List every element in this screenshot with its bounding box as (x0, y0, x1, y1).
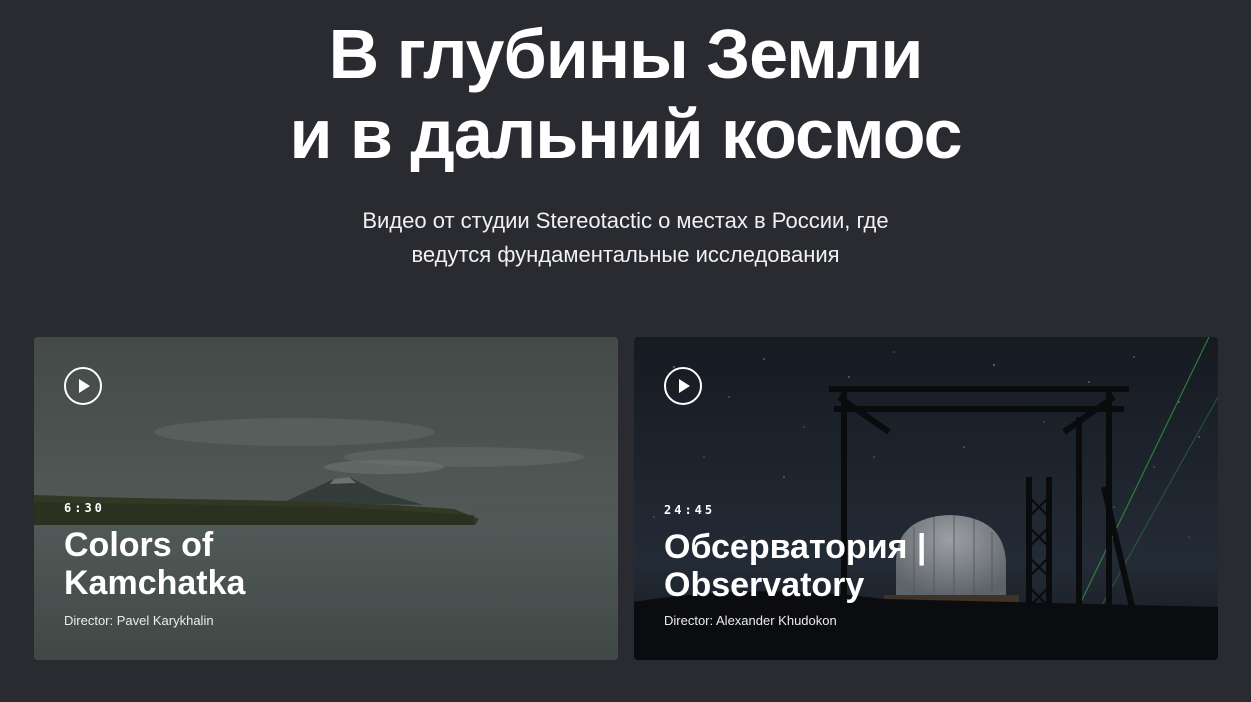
video-title-line-1: Colors of (64, 526, 214, 564)
page-subtitle-line-2: ведутся фундаментальные исследования (411, 242, 840, 267)
video-title-line-2: Kamchatka (64, 564, 246, 602)
video-card-observatory[interactable]: 24:45 Обсерватория | Observatory Directo… (634, 337, 1218, 660)
play-icon (679, 379, 690, 393)
page-subtitle-line-1: Видео от студии Stereotactic о местах в … (362, 208, 889, 233)
page-title-line-1: В глубины Земли (328, 15, 924, 93)
page-subtitle: Видео от студии Stereotactic о местах в … (0, 204, 1251, 272)
play-button[interactable] (664, 367, 702, 405)
video-director: Director: Alexander Khudokon (664, 613, 837, 628)
video-title-line-2: Observatory (664, 566, 865, 604)
play-icon (79, 379, 90, 393)
video-thumbnail-observatory (634, 337, 1218, 660)
video-card-kamchatka[interactable]: 6:30 Colors of Kamchatka Director: Pavel… (34, 337, 618, 660)
video-thumbnail-kamchatka (34, 337, 618, 660)
video-director: Director: Pavel Karykhalin (64, 613, 214, 628)
video-title-line-1: Обсерватория | (664, 528, 927, 566)
video-duration: 6:30 (64, 501, 105, 515)
page-title: В глубины Земли и в дальний космос (0, 14, 1251, 174)
video-title[interactable]: Colors of Kamchatka (64, 526, 584, 602)
play-button[interactable] (64, 367, 102, 405)
video-duration: 24:45 (664, 503, 716, 517)
page: В глубины Земли и в дальний космос Видео… (0, 0, 1251, 702)
page-title-line-2: и в дальний космос (289, 95, 962, 173)
video-title[interactable]: Обсерватория | Observatory (664, 528, 1184, 604)
